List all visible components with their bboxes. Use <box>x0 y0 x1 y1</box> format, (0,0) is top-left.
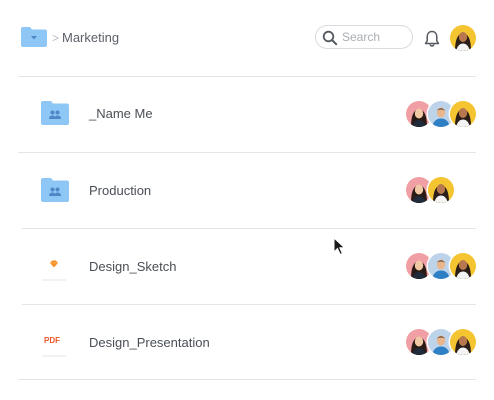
file-row-design-presentation[interactable]: PDF Design_Presentation <box>22 305 476 379</box>
file-row-production[interactable]: Production <box>22 153 476 227</box>
bell-icon[interactable] <box>424 30 440 48</box>
avatar-yellow <box>428 177 454 203</box>
file-name[interactable]: Design_Presentation <box>89 335 210 350</box>
avatar-yellow <box>450 101 476 127</box>
file-name[interactable]: Design_Sketch <box>89 259 176 274</box>
breadcrumb-separator: > <box>52 31 60 45</box>
pdf-file-icon: PDF <box>40 325 70 357</box>
shared-members[interactable] <box>406 101 476 127</box>
header-bar: > Marketing <box>0 0 494 76</box>
search-icon <box>322 30 338 46</box>
folder-icon[interactable] <box>20 26 48 48</box>
file-name[interactable]: _Name Me <box>89 106 153 121</box>
shared-members[interactable] <box>406 329 476 355</box>
shared-members[interactable] <box>406 177 454 203</box>
sketch-file-icon <box>40 249 70 281</box>
avatar-yellow <box>450 253 476 279</box>
search-box[interactable] <box>315 25 413 49</box>
shared-folder-icon <box>40 100 70 126</box>
current-user-avatar[interactable] <box>450 25 476 51</box>
shared-members[interactable] <box>406 253 476 279</box>
file-name[interactable]: Production <box>89 183 151 198</box>
file-row-name-me[interactable]: _Name Me <box>22 77 476 151</box>
avatar-yellow <box>450 329 476 355</box>
divider <box>18 379 476 380</box>
search-input[interactable] <box>342 29 408 45</box>
shared-folder-icon <box>40 177 70 203</box>
pdf-badge: PDF <box>44 336 60 345</box>
file-row-design-sketch[interactable]: Design_Sketch <box>22 229 476 303</box>
mouse-cursor-icon <box>333 236 347 257</box>
breadcrumb-current-folder[interactable]: Marketing <box>62 30 119 45</box>
